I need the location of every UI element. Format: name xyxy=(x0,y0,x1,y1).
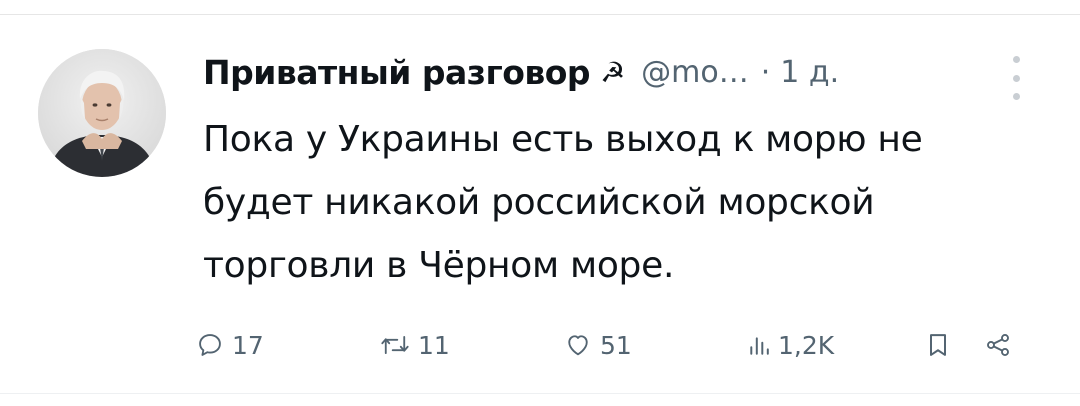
more-dot xyxy=(1012,93,1020,100)
top-divider xyxy=(0,14,1080,15)
bottom-divider xyxy=(0,393,1080,394)
display-name[interactable]: Приватный разговор xyxy=(203,53,591,92)
retweet-button[interactable]: 11 xyxy=(380,325,450,365)
share-button[interactable] xyxy=(984,325,1012,365)
reply-count: 17 xyxy=(232,330,264,360)
like-count: 51 xyxy=(600,330,632,360)
avatar[interactable] xyxy=(38,49,166,177)
views-button[interactable]: 1,2K xyxy=(748,325,834,365)
heart-icon xyxy=(568,335,588,356)
bar-chart-icon xyxy=(750,337,769,355)
more-dot xyxy=(1012,74,1020,82)
retweet-count: 11 xyxy=(418,330,450,360)
hammer-sickle-icon: ☭ xyxy=(600,55,626,89)
like-button[interactable]: 51 xyxy=(564,325,632,365)
user-handle[interactable]: @mo… xyxy=(641,55,749,90)
timestamp[interactable]: 1 д. xyxy=(780,55,839,90)
retweet-icon xyxy=(381,336,409,354)
reply-button[interactable]: 17 xyxy=(196,325,264,365)
tweet-header: Приватный разговор ☭ @mo… · 1 д. xyxy=(203,44,839,100)
comment-icon xyxy=(199,334,221,356)
tweet-text: Пока у Украины есть выход к морю не буде… xyxy=(203,119,923,286)
share-icon xyxy=(987,334,1009,356)
bookmark-button[interactable] xyxy=(926,325,950,365)
views-count: 1,2K xyxy=(778,330,835,360)
avatar-photo xyxy=(38,49,166,177)
more-vertical-icon[interactable] xyxy=(1006,56,1026,100)
more-dot xyxy=(1012,56,1020,63)
separator-dot: · xyxy=(760,54,771,90)
bookmark-icon xyxy=(930,334,946,356)
